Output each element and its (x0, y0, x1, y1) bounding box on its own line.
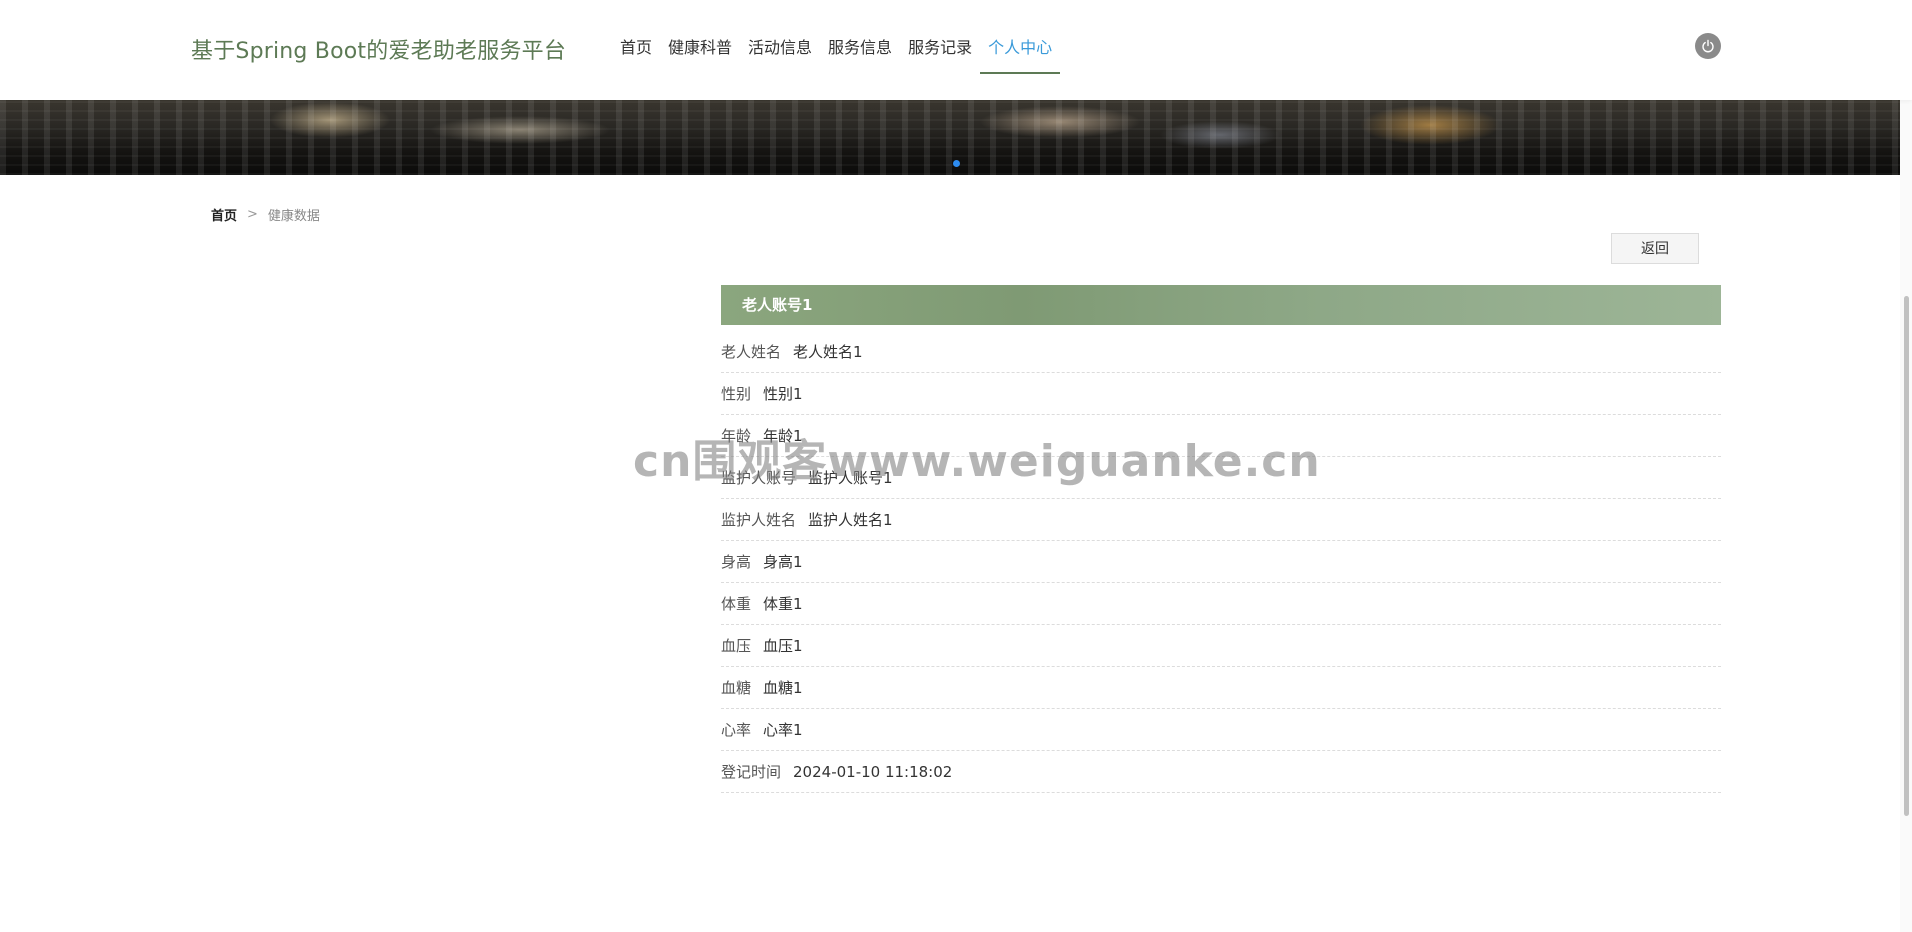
row-value: 体重1 (763, 595, 803, 613)
row-value: 血压1 (763, 637, 803, 655)
nav-health-science[interactable]: 健康科普 (660, 0, 740, 74)
main-nav: 首页 健康科普 活动信息 服务信息 服务记录 个人中心 (612, 0, 1061, 100)
row-value: 监护人账号1 (808, 469, 893, 487)
nav-home[interactable]: 首页 (612, 0, 660, 74)
detail-row-gender: 性别 性别1 (721, 373, 1721, 415)
row-value: 性别1 (763, 385, 803, 403)
top-header: 基于Spring Boot的爱老助老服务平台 首页 健康科普 活动信息 服务信息… (0, 0, 1912, 100)
back-button[interactable]: 返回 (1611, 233, 1699, 264)
detail-row-age: 年龄 年龄1 (721, 415, 1721, 457)
detail-row-height: 身高 身高1 (721, 541, 1721, 583)
row-value: 血糖1 (763, 679, 803, 697)
row-label: 监护人姓名 (721, 511, 797, 529)
detail-row-heart-rate: 心率 心率1 (721, 709, 1721, 751)
row-label: 监护人账号 (721, 469, 797, 487)
nav-personal-center[interactable]: 个人中心 (980, 0, 1061, 74)
row-label: 心率 (721, 721, 752, 739)
row-label: 身高 (721, 553, 752, 571)
scrollbar-thumb[interactable] (1904, 296, 1909, 816)
site-brand[interactable]: 基于Spring Boot的爱老助老服务平台 (191, 33, 566, 65)
row-value: 监护人姓名1 (808, 511, 893, 529)
row-label: 老人姓名 (721, 343, 782, 361)
detail-row-register-time: 登记时间 2024-01-10 11:18:02 (721, 751, 1721, 793)
detail-row-guardian-name: 监护人姓名 监护人姓名1 (721, 499, 1721, 541)
row-label: 年龄 (721, 427, 752, 445)
detail-title: 老人账号1 (721, 285, 1721, 325)
detail-row-guardian-account: 监护人账号 监护人账号1 (721, 457, 1721, 499)
detail-row-elder-name: 老人姓名 老人姓名1 (721, 331, 1721, 373)
detail-row-blood-sugar: 血糖 血糖1 (721, 667, 1721, 709)
breadcrumb-current: 健康数据 (267, 209, 320, 224)
row-label: 血压 (721, 637, 752, 655)
detail-row-weight: 体重 体重1 (721, 583, 1721, 625)
row-value: 心率1 (763, 721, 803, 739)
row-label: 性别 (721, 385, 752, 403)
row-value: 2024-01-10 11:18:02 (793, 763, 953, 781)
breadcrumb-separator: > (247, 207, 258, 222)
nav-service-info[interactable]: 服务信息 (820, 0, 900, 74)
nav-activity-info[interactable]: 活动信息 (740, 0, 820, 74)
health-detail-card: 老人账号1 老人姓名 老人姓名1 性别 性别1 年龄 年龄1 监护人账号 监护人… (721, 285, 1721, 793)
row-label: 血糖 (721, 679, 752, 697)
detail-row-blood-pressure: 血压 血压1 (721, 625, 1721, 667)
row-value: 老人姓名1 (793, 343, 863, 361)
row-label: 登记时间 (721, 763, 782, 781)
banner-pagination-dot[interactable] (953, 160, 960, 167)
row-label: 体重 (721, 595, 752, 613)
power-icon (1702, 39, 1714, 53)
detail-rows: 老人姓名 老人姓名1 性别 性别1 年龄 年龄1 监护人账号 监护人账号1 监护… (721, 331, 1721, 793)
row-value: 身高1 (763, 553, 803, 571)
breadcrumb-home[interactable]: 首页 (211, 205, 237, 224)
logout-button[interactable] (1695, 33, 1721, 59)
nav-service-records[interactable]: 服务记录 (900, 0, 980, 74)
row-value: 年龄1 (763, 427, 803, 445)
breadcrumb: 首页 > 健康数据 (211, 205, 320, 224)
